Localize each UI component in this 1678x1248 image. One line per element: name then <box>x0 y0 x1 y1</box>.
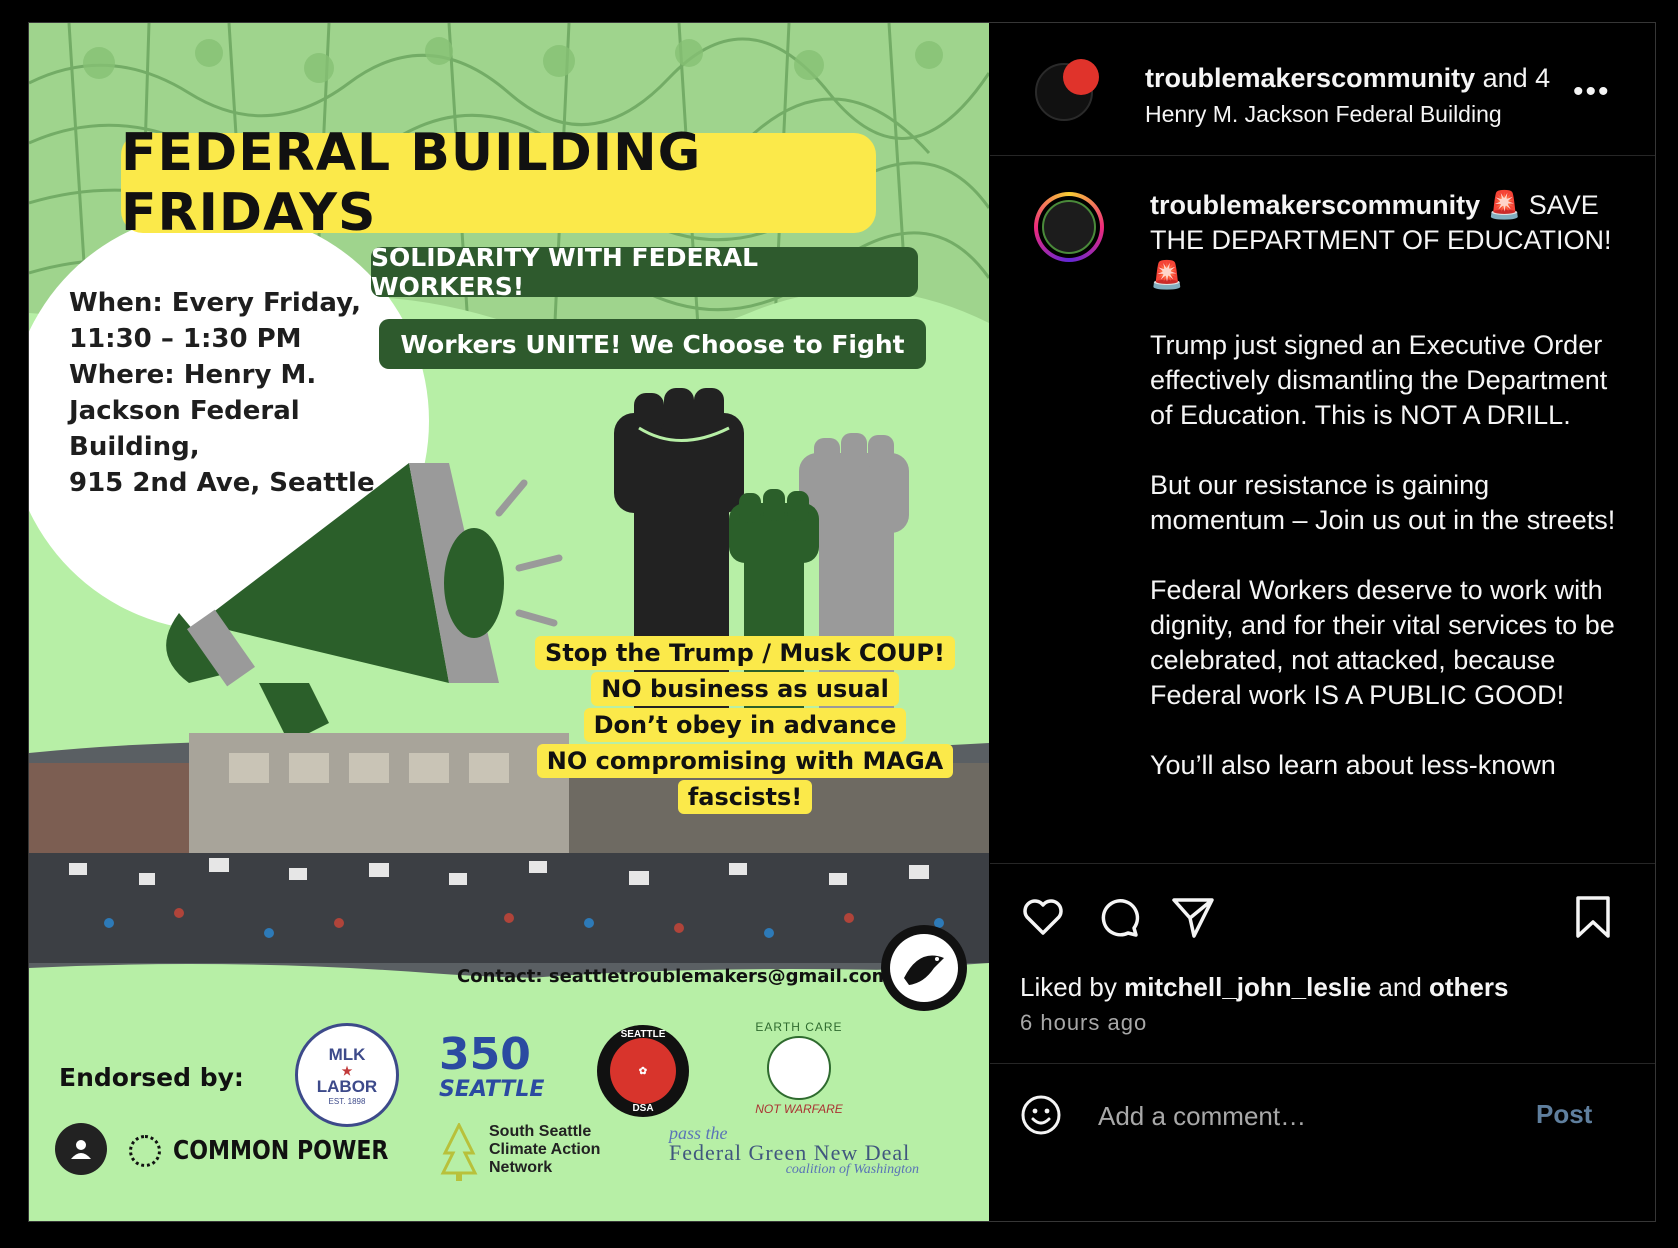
not-warfare-text: NOT WARFARE <box>755 1102 843 1116</box>
likes-summary[interactable]: Liked by mitchell_john_leslie and others <box>1020 972 1508 1003</box>
demand-line: NO business as usual <box>591 672 899 706</box>
ss-line: Climate Action <box>489 1141 601 1158</box>
post-image[interactable]: FEDERAL BUILDING FRIDAYS SOLIDARITY WITH… <box>29 23 989 1221</box>
comment-icon[interactable] <box>1096 894 1142 940</box>
author-username[interactable]: troublemakerscommunity <box>1145 63 1475 93</box>
earth-care-text: EARTH CARE <box>755 1020 843 1034</box>
liked-username[interactable]: mitchell_john_leslie <box>1124 972 1371 1002</box>
workers-unite-banner: Workers UNITE! We Choose to Fight <box>379 319 926 369</box>
common-power-text: COMMON POWER <box>173 1136 389 1166</box>
350-seattle-logo: 350 SEATTLE <box>439 1029 545 1103</box>
post-header: troublemakerscommunity and 4 Henry M. Ja… <box>990 23 1655 156</box>
solidarity-banner: SOLIDARITY WITH FEDERAL WORKERS! <box>371 243 918 301</box>
emoji-icon[interactable] <box>1020 1094 1062 1136</box>
location-link[interactable]: Henry M. Jackson Federal Building <box>1145 101 1502 128</box>
collaborators-count[interactable]: and 4 <box>1475 63 1551 93</box>
person-tag-button[interactable] <box>55 1123 107 1175</box>
liked-others[interactable]: others <box>1429 972 1508 1002</box>
comment-bar: Post <box>990 1063 1655 1222</box>
common-power-logo: COMMON POWER <box>129 1135 426 1167</box>
south-seattle-climate-logo: South Seattle Climate Action Network <box>439 1123 600 1183</box>
instagram-post-modal: FEDERAL BUILDING FRIDAYS SOLIDARITY WITH… <box>28 22 1656 1222</box>
seattle-text: SEATTLE <box>439 1077 545 1102</box>
caption-paragraph: Federal Workers deserve to work with dig… <box>1150 575 1615 710</box>
demand-line: Don’t obey in advance <box>583 708 907 742</box>
author-line[interactable]: troublemakerscommunity and 4 <box>1145 63 1550 94</box>
tree-icon <box>440 1123 478 1181</box>
demand-line: NO compromising with MAGA <box>536 744 954 778</box>
star-icon: ★ <box>341 1063 353 1078</box>
mlk-text: MLK <box>328 1044 366 1064</box>
est-text: EST. 1898 <box>328 1096 366 1106</box>
action-bar: Liked by mitchell_john_leslie and others… <box>990 863 1655 1064</box>
caption-username[interactable]: troublemakerscommunity <box>1150 190 1480 220</box>
more-horizontal-icon[interactable]: ••• <box>1573 75 1611 109</box>
caption-scroll-area[interactable]: troublemakerscommunity 🚨 SAVE THE DEPART… <box>990 156 1655 862</box>
author-avatar[interactable] <box>1035 59 1099 121</box>
caption-paragraph: But our resistance is gaining momentum –… <box>1150 470 1616 535</box>
person-icon <box>71 1140 91 1159</box>
bookmark-icon[interactable] <box>1570 894 1616 940</box>
caption-paragraph: You’ll also learn about less-known <box>1150 750 1556 780</box>
dotted-circle-icon <box>129 1135 161 1167</box>
caption-avatar[interactable] <box>1034 192 1104 262</box>
collab-avatar[interactable] <box>1063 59 1099 95</box>
liked-and: and <box>1371 972 1429 1002</box>
caption-paragraph: Trump just signed an Executive Order eff… <box>1150 330 1608 430</box>
when-line: When: Every Friday, <box>69 288 361 318</box>
demand-line: fascists! <box>677 780 813 814</box>
ss-line: South Seattle <box>489 1123 592 1140</box>
green-new-deal-logo: pass the Federal Green New Deal coalitio… <box>669 1123 919 1178</box>
crow-logo-icon <box>1042 200 1096 254</box>
post-timestamp[interactable]: 6 hours ago <box>1020 1010 1147 1036</box>
labor-text: LABOR <box>316 1076 378 1096</box>
poster-headline: FEDERAL BUILDING FRIDAYS <box>121 123 876 243</box>
endorsed-label: Endorsed by: <box>59 1063 244 1092</box>
headline-text: FEDERAL BUILDING FRIDAYS <box>121 123 702 243</box>
demand-line: Stop the Trump / Musk COUP! <box>535 636 955 670</box>
rose-icon: ✿ <box>610 1038 676 1104</box>
globe-tree-icon <box>767 1036 831 1100</box>
contact-email: Contact: seattletroublemakers@gmail.com <box>457 966 891 987</box>
earth-care-logo: EARTH CARE NOT WARFARE <box>744 1020 854 1120</box>
share-icon[interactable] <box>1170 894 1216 940</box>
time-line: 11:30 – 1:30 PM <box>69 324 302 354</box>
megaphone-icon <box>166 463 504 743</box>
post-sidebar: troublemakerscommunity and 4 Henry M. Ja… <box>990 23 1655 1221</box>
avatar-ring-gap <box>1038 196 1100 258</box>
dsa-text: DSA <box>632 1103 654 1114</box>
seattle-dsa-logo: SEATTLE ✿ DSA <box>597 1025 689 1117</box>
350-text: 350 <box>439 1029 531 1080</box>
heart-icon[interactable] <box>1020 894 1066 940</box>
post-comment-button[interactable]: Post <box>1530 1098 1598 1131</box>
ss-line: Network <box>489 1159 553 1176</box>
dsa-seattle-text: SEATTLE <box>620 1029 666 1040</box>
caption-text: troublemakerscommunity 🚨 SAVE THE DEPART… <box>1150 188 1620 818</box>
comment-input[interactable] <box>1096 1094 1480 1138</box>
demands-list: Stop the Trump / Musk COUP! NO business … <box>534 635 956 815</box>
troublemakers-logo <box>881 925 967 1011</box>
mlk-labor-logo: MLK ★ LABOR EST. 1898 <box>295 1023 399 1127</box>
liked-prefix: Liked by <box>1020 972 1125 1002</box>
